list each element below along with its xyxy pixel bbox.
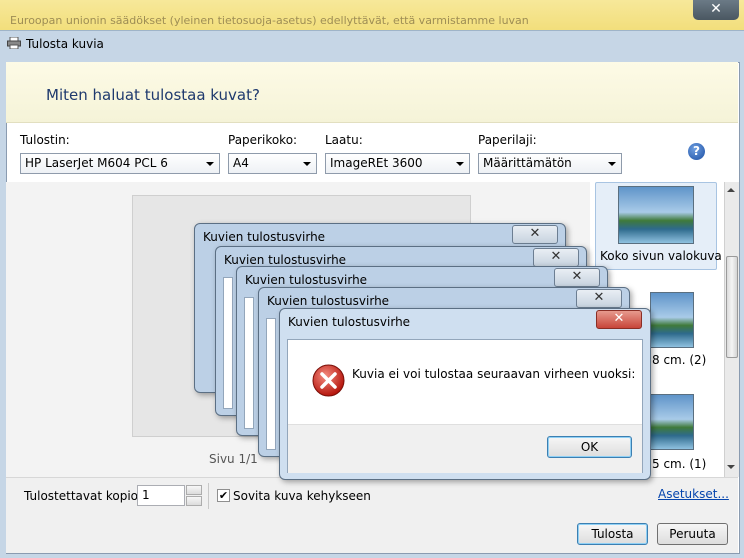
chevron-down-icon xyxy=(608,162,616,166)
close-icon: ✕ xyxy=(571,269,583,284)
close-icon: ✕ xyxy=(529,226,541,241)
layout-thumbnail-image xyxy=(650,394,694,450)
paper-type-select-value: Määrittämätön xyxy=(483,156,572,170)
dialog-title: Tulosta kuvia xyxy=(26,37,104,51)
error-dialog-body xyxy=(223,277,233,409)
paper-size-select-value: A4 xyxy=(233,156,249,170)
quality-select-value: ImageREt 3600 xyxy=(330,156,423,170)
spin-up-button[interactable] xyxy=(186,485,202,495)
scroll-up-icon[interactable] xyxy=(727,188,735,192)
print-button[interactable]: Tulosta xyxy=(577,523,648,545)
help-icon[interactable]: ? xyxy=(688,143,705,160)
close-button[interactable]: ✕ xyxy=(512,225,558,244)
error-dialog-active: Kuvien tulostusvirhe ✕ Kuvia ei voi tulo… xyxy=(279,308,651,480)
close-button[interactable]: ✕ xyxy=(533,248,579,267)
close-button[interactable]: ✕ xyxy=(596,310,642,329)
page-indicator: Sivu 1/1 xyxy=(209,452,258,466)
copies-stepper[interactable] xyxy=(186,485,202,506)
quality-select[interactable]: ImageREt 3600 xyxy=(325,153,470,174)
background-close-button[interactable]: ✕ xyxy=(693,0,739,20)
close-icon: ✕ xyxy=(593,290,605,305)
quality-label: Laatu: xyxy=(325,133,363,147)
error-dialog-title: Kuvien tulostusvirhe xyxy=(288,315,411,329)
paper-size-label: Paperikoko: xyxy=(228,133,298,147)
chevron-down-icon xyxy=(206,162,214,166)
close-button[interactable]: ✕ xyxy=(554,268,600,287)
error-icon xyxy=(312,364,345,397)
scrollbar-thumb[interactable] xyxy=(726,256,738,358)
close-icon: ✕ xyxy=(710,1,722,17)
error-dialog-title: Kuvien tulostusvirhe xyxy=(267,294,390,308)
copies-label: Tulostettavat kopiot: xyxy=(24,489,147,503)
close-button[interactable]: ✕ xyxy=(576,289,622,308)
layout-item-label: Koko sivun valokuva xyxy=(600,249,722,263)
fit-image-label: Sovita kuva kehykseen xyxy=(233,489,371,503)
printer-select[interactable]: HP LaserJet M604 PCL 6 xyxy=(20,153,220,174)
paper-type-select[interactable]: Määrittämätön xyxy=(478,153,622,174)
close-icon: ✕ xyxy=(550,249,562,264)
paper-type-label: Paperilaji: xyxy=(478,133,537,147)
error-dialog-title: Kuvien tulostusvirhe xyxy=(224,253,347,267)
cancel-button[interactable]: Peruuta xyxy=(657,523,728,545)
error-dialog-body: Kuvia ei voi tulostaa seuraavan virheen … xyxy=(287,339,643,473)
error-dialog-title: Kuvien tulostusvirhe xyxy=(245,273,368,287)
fit-image-checkbox[interactable]: ✔ xyxy=(217,489,230,502)
printer-label: Tulostin: xyxy=(20,133,70,147)
error-message: Kuvia ei voi tulostaa seuraavan virheen … xyxy=(352,367,636,381)
paper-size-select[interactable]: A4 xyxy=(228,153,317,174)
chevron-down-icon xyxy=(303,162,311,166)
error-dialog-body xyxy=(266,318,276,450)
close-icon: ✕ xyxy=(613,311,625,326)
error-dialog-title: Kuvien tulostusvirhe xyxy=(203,230,326,244)
printer-select-value: HP LaserJet M604 PCL 6 xyxy=(25,156,168,170)
page-title: Miten haluat tulostaa kuvat? xyxy=(46,86,260,104)
background-window-text: Euroopan unionin säädökset (yleinen tiet… xyxy=(10,14,529,27)
layout-thumbnail-image xyxy=(618,186,694,244)
printer-icon xyxy=(7,37,21,49)
scroll-down-icon[interactable] xyxy=(727,465,735,469)
divider xyxy=(208,483,209,509)
copies-input[interactable]: 1 xyxy=(137,485,185,506)
settings-link[interactable]: Asetukset... xyxy=(658,487,729,501)
ok-button[interactable]: OK xyxy=(547,436,632,458)
layout-thumbnail-image xyxy=(650,292,694,348)
spin-down-button[interactable] xyxy=(186,496,202,506)
chevron-down-icon xyxy=(456,162,464,166)
error-dialog-body xyxy=(244,297,254,429)
